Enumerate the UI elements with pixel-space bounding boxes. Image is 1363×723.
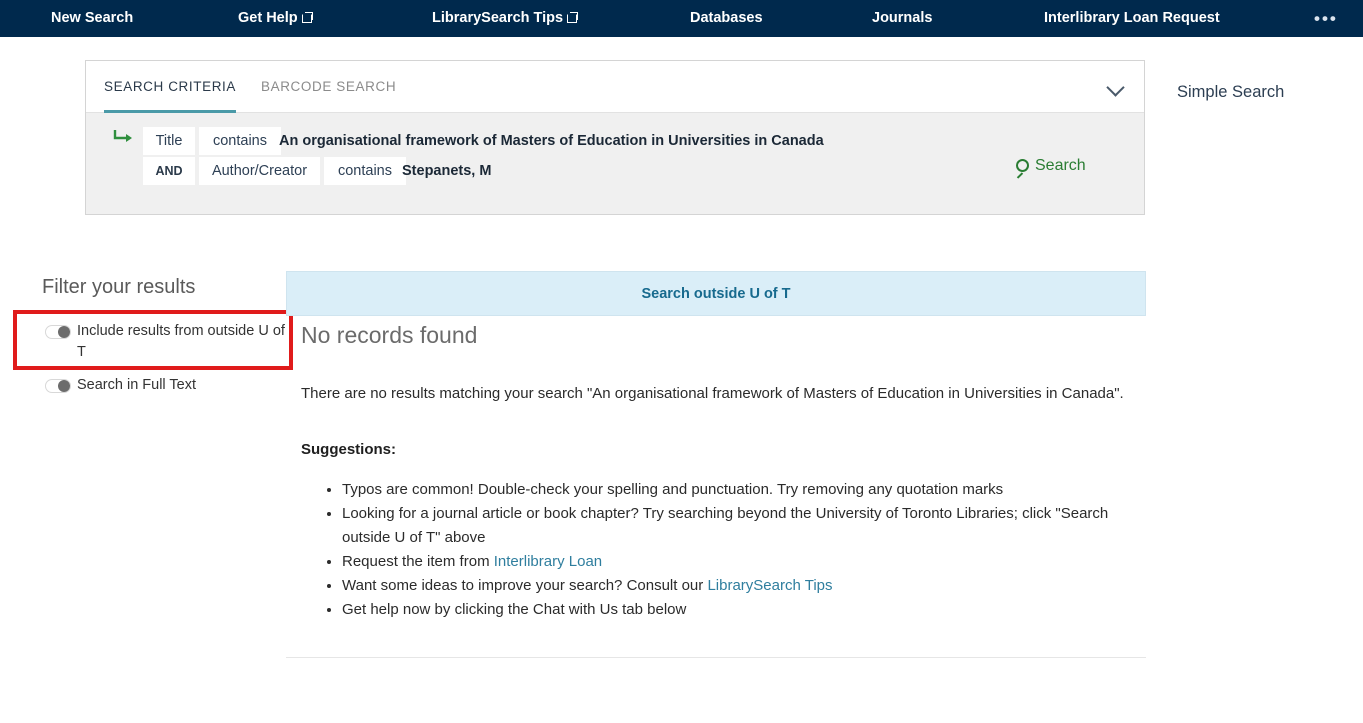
criteria-field-1[interactable]: Title — [143, 127, 195, 155]
suggestion-text: Looking for a journal article or book ch… — [342, 505, 1109, 546]
nav-item-librarysearch-tips[interactable]: LibrarySearch Tips — [432, 0, 579, 37]
librarysearch-tips-link[interactable]: LibrarySearch Tips — [707, 577, 832, 594]
search-icon — [1016, 159, 1029, 172]
nav-item-new-search[interactable]: New Search — [51, 0, 133, 37]
criteria-operator-1[interactable]: contains — [199, 127, 281, 155]
nav-label: Journals — [872, 10, 933, 26]
criteria-value-1[interactable]: An organisational framework of Masters o… — [279, 133, 824, 149]
overflow-menu-icon[interactable]: ••• — [1314, 0, 1338, 37]
suggestion-text: Request the item from — [342, 553, 494, 570]
suggestion-text: Typos are common! Double-check your spel… — [342, 481, 1004, 498]
search-tabs: SEARCH CRITERIA BARCODE SEARCH — [86, 61, 1144, 113]
nav-item-interlibrary-loan-request[interactable]: Interlibrary Loan Request — [1044, 0, 1220, 37]
chevron-down-icon[interactable] — [1088, 61, 1144, 112]
suggestion-text: Get help now by clicking the Chat with U… — [342, 601, 687, 618]
toggle-switch[interactable] — [45, 379, 71, 393]
no-results-paragraph: There are no results matching your searc… — [301, 385, 1124, 402]
list-item: Get help now by clicking the Chat with U… — [342, 598, 1146, 622]
criteria-operator-2[interactable]: contains — [324, 157, 406, 185]
nav-item-databases[interactable]: Databases — [690, 0, 763, 37]
nav-label: LibrarySearch Tips — [432, 10, 564, 26]
nav-label: Get Help — [238, 10, 298, 26]
search-criteria-body: Title contains An organisational framewo… — [86, 113, 1144, 214]
filter-your-results-heading: Filter your results — [42, 276, 196, 298]
list-item: Looking for a journal article or book ch… — [342, 502, 1146, 550]
external-link-icon — [301, 12, 313, 23]
simple-search-link[interactable]: Simple Search — [1177, 83, 1284, 102]
nav-label: Databases — [690, 10, 763, 26]
criteria-value-2[interactable]: Stepanets, M — [402, 163, 491, 179]
list-item: Typos are common! Double-check your spel… — [342, 478, 1146, 502]
external-link-icon — [567, 12, 579, 23]
search-button-label: Search — [1035, 157, 1086, 174]
nav-item-get-help[interactable]: Get Help — [238, 0, 313, 37]
suggestions-list: Typos are common! Double-check your spel… — [316, 478, 1146, 622]
criteria-field-2[interactable]: Author/Creator — [199, 157, 320, 185]
no-records-heading: No records found — [301, 322, 478, 348]
list-item: Want some ideas to improve your search? … — [342, 574, 1146, 598]
advanced-search-panel: SEARCH CRITERIA BARCODE SEARCH Title con… — [85, 60, 1145, 215]
results-bottom-divider — [286, 657, 1146, 658]
toggle-switch[interactable] — [45, 325, 71, 339]
top-navigation-bar: New Search Get Help LibrarySearch Tips D… — [0, 0, 1363, 37]
nav-label: New Search — [51, 10, 134, 26]
query-arrow-icon — [113, 130, 132, 142]
list-item: Request the item from Interlibrary Loan — [342, 550, 1146, 574]
suggestion-text: Want some ideas to improve your search? … — [342, 577, 708, 594]
facet-label: Search in Full Text — [77, 377, 197, 393]
search-outside-uoft-button[interactable]: Search outside U of T — [286, 271, 1146, 316]
criteria-boolean-2[interactable]: AND — [143, 157, 195, 185]
search-button[interactable]: Search — [1016, 157, 1086, 175]
suggestions-heading: Suggestions: — [301, 441, 397, 458]
facet-label: Include results from outside U of T — [77, 323, 285, 360]
nav-label: Interlibrary Loan Request — [1044, 10, 1220, 26]
interlibrary-loan-link[interactable]: Interlibrary Loan — [494, 553, 602, 570]
tab-barcode-search[interactable]: BARCODE SEARCH — [261, 61, 396, 113]
tab-search-criteria[interactable]: SEARCH CRITERIA — [104, 61, 237, 113]
nav-item-journals[interactable]: Journals — [872, 0, 932, 37]
